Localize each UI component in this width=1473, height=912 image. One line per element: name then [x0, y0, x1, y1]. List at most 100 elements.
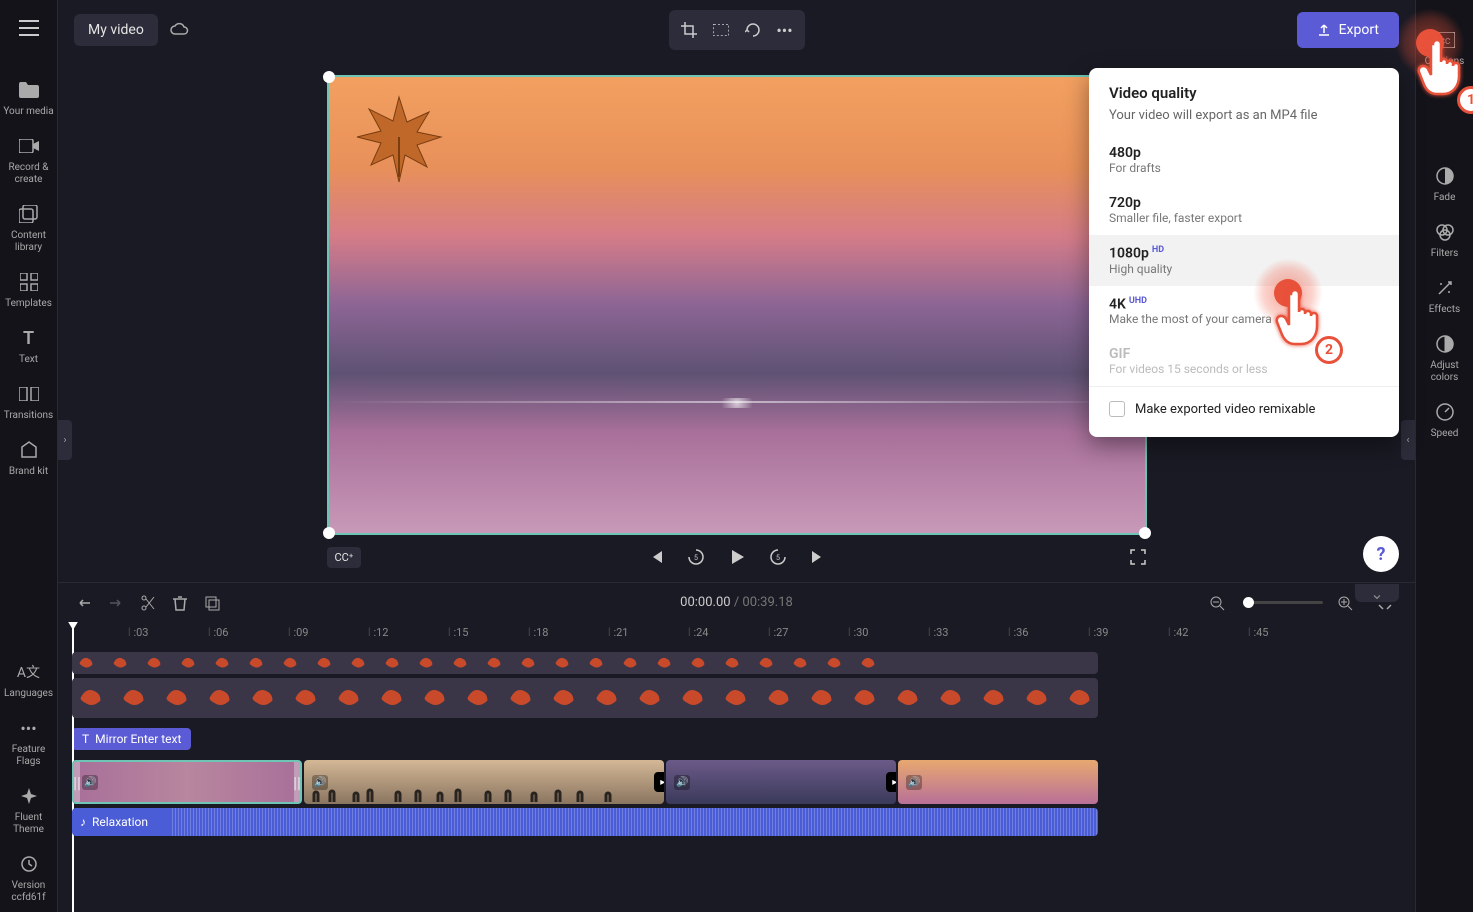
ruler-tick[interactable]: :06: [208, 626, 228, 639]
upload-icon: [1317, 23, 1331, 37]
transition-marker[interactable]: ▸|: [654, 772, 664, 792]
skip-forward-button[interactable]: [809, 547, 827, 567]
quality-option-720p[interactable]: 720p Smaller file, faster export: [1089, 185, 1399, 235]
video-clip-3[interactable]: 🔊 ▸|: [666, 760, 896, 804]
ruler-tick[interactable]: :24: [688, 626, 708, 639]
ruler-tick[interactable]: :45: [1248, 626, 1268, 639]
export-button[interactable]: Export: [1297, 12, 1399, 48]
sidebar-item-adjust-colors[interactable]: Adjust colors: [1418, 324, 1472, 392]
theme-icon: [17, 784, 41, 808]
text-clip[interactable]: T Mirror Enter text: [72, 728, 191, 750]
speed-icon: [1433, 400, 1457, 424]
sidebar-item-record[interactable]: Record & create: [2, 126, 56, 194]
sidebar-item-fade[interactable]: Fade: [1418, 156, 1472, 212]
ruler-tick[interactable]: :12: [368, 626, 388, 639]
leaf-sticker[interactable]: [349, 87, 449, 187]
ruler-tick[interactable]: :39: [1088, 626, 1108, 639]
timeline[interactable]: :03 :06 :09 :12 :15 :18 :21 :24 :27 :30 :33 :36 :39:…: [58, 622, 1415, 912]
export-footer: Make exported video remixable: [1089, 386, 1399, 421]
ruler-tick[interactable]: :09: [288, 626, 308, 639]
timeline-ruler[interactable]: :03 :06 :09 :12 :15 :18 :21 :24 :27 :30 :33 :36 :39:…: [58, 622, 1415, 648]
sidebar-item-filters[interactable]: Filters: [1418, 212, 1472, 268]
resize-handle[interactable]: [323, 71, 335, 83]
crop-button[interactable]: [675, 16, 703, 44]
ruler-tick[interactable]: :42: [1168, 626, 1188, 639]
delete-button[interactable]: [166, 589, 194, 617]
volume-icon[interactable]: 🔊: [906, 775, 922, 790]
ruler-tick[interactable]: :27: [768, 626, 788, 639]
fullscreen-button[interactable]: [1129, 548, 1147, 566]
audio-clip[interactable]: ♪ Relaxation: [72, 808, 1098, 836]
play-button[interactable]: [727, 547, 747, 567]
video-preview[interactable]: [327, 75, 1147, 535]
fit-button[interactable]: [707, 16, 735, 44]
more-tools-button[interactable]: •••: [771, 16, 799, 44]
forward-5-button[interactable]: 5: [769, 547, 787, 567]
video-title[interactable]: My video: [74, 14, 158, 46]
quality-option-4k[interactable]: 4KUHD Make the most of your camera: [1089, 286, 1399, 337]
clip-handle[interactable]: ||: [294, 762, 300, 802]
sidebar-item-captions[interactable]: CC Captions: [1418, 20, 1472, 76]
zoom-slider[interactable]: [1243, 601, 1323, 604]
record-icon: [17, 134, 41, 158]
sidebar-item-effects[interactable]: Effects: [1418, 268, 1472, 324]
sidebar-item-your-media[interactable]: Your media: [2, 70, 56, 126]
brandkit-icon: [17, 438, 41, 462]
redo-button[interactable]: [102, 589, 130, 617]
quality-option-480p[interactable]: 480p For drafts: [1089, 135, 1399, 185]
clip-handle[interactable]: ||: [74, 762, 80, 802]
translate-icon: A文: [17, 660, 41, 684]
resize-handle[interactable]: [323, 527, 335, 539]
ruler-tick[interactable]: :03: [128, 626, 148, 639]
collapse-left-button[interactable]: ›: [58, 420, 72, 460]
cloud-sync-icon[interactable]: [170, 22, 190, 38]
panel-collapse-button[interactable]: ⌄: [1355, 584, 1399, 602]
sidebar-item-transitions[interactable]: Transitions: [2, 374, 56, 430]
quality-option-1080p[interactable]: 1080pHD High quality: [1089, 235, 1399, 286]
ruler-tick[interactable]: :15: [448, 626, 468, 639]
sticker-track-2[interactable]: [72, 678, 1098, 718]
sidebar-item-feature-flags[interactable]: ••• Feature Flags: [2, 708, 56, 776]
sidebar-item-languages[interactable]: A文 Languages: [2, 652, 56, 708]
video-clip-1[interactable]: || 🔊 ||: [72, 760, 302, 804]
text-icon: T: [17, 326, 41, 350]
split-button[interactable]: [134, 589, 162, 617]
timeline-toolbar: 00:00.00 / 00:39.18: [58, 582, 1415, 622]
rotate-button[interactable]: [739, 16, 767, 44]
video-clip-4[interactable]: 🔊: [898, 760, 1098, 804]
svg-text:5: 5: [694, 554, 698, 562]
volume-icon[interactable]: 🔊: [674, 775, 690, 790]
sidebar-item-speed[interactable]: Speed: [1418, 392, 1472, 448]
ruler-tick[interactable]: :21: [608, 626, 628, 639]
zoom-out-button[interactable]: [1203, 589, 1231, 617]
collapse-right-button[interactable]: ‹: [1401, 420, 1415, 460]
clock-icon: [17, 852, 41, 876]
duplicate-button[interactable]: [198, 589, 226, 617]
ruler-tick[interactable]: :30: [848, 626, 868, 639]
sidebar-item-content-library[interactable]: Content library: [2, 194, 56, 262]
export-title: Video quality: [1089, 84, 1399, 108]
text-icon: T: [82, 732, 89, 746]
cc-toggle[interactable]: CC⁺: [327, 547, 362, 568]
ruler-tick[interactable]: :36: [1008, 626, 1028, 639]
sidebar-item-text[interactable]: T Text: [2, 318, 56, 374]
remixable-checkbox[interactable]: [1109, 401, 1125, 417]
rewind-5-button[interactable]: 5: [687, 547, 705, 567]
transition-marker[interactable]: ▸|: [886, 772, 896, 792]
video-clip-2[interactable]: 🔊 ▸|: [304, 760, 664, 804]
help-button[interactable]: ?: [1363, 536, 1399, 572]
more-icon: •••: [17, 716, 41, 740]
quality-option-gif[interactable]: GIF For videos 15 seconds or less: [1089, 336, 1399, 386]
ruler-tick[interactable]: :18: [528, 626, 548, 639]
menu-button[interactable]: [9, 8, 49, 48]
skip-back-button[interactable]: [647, 547, 665, 567]
sidebar-item-brand-kit[interactable]: Brand kit: [2, 430, 56, 486]
ruler-tick[interactable]: :33: [928, 626, 948, 639]
resize-handle[interactable]: [1139, 527, 1151, 539]
sidebar-item-version[interactable]: Version ccfd61f: [2, 844, 56, 912]
sidebar-item-templates[interactable]: Templates: [2, 262, 56, 318]
volume-icon[interactable]: 🔊: [82, 775, 98, 790]
undo-button[interactable]: [70, 589, 98, 617]
sidebar-item-fluent-theme[interactable]: Fluent Theme: [2, 776, 56, 844]
sticker-track-1[interactable]: [72, 652, 1098, 674]
